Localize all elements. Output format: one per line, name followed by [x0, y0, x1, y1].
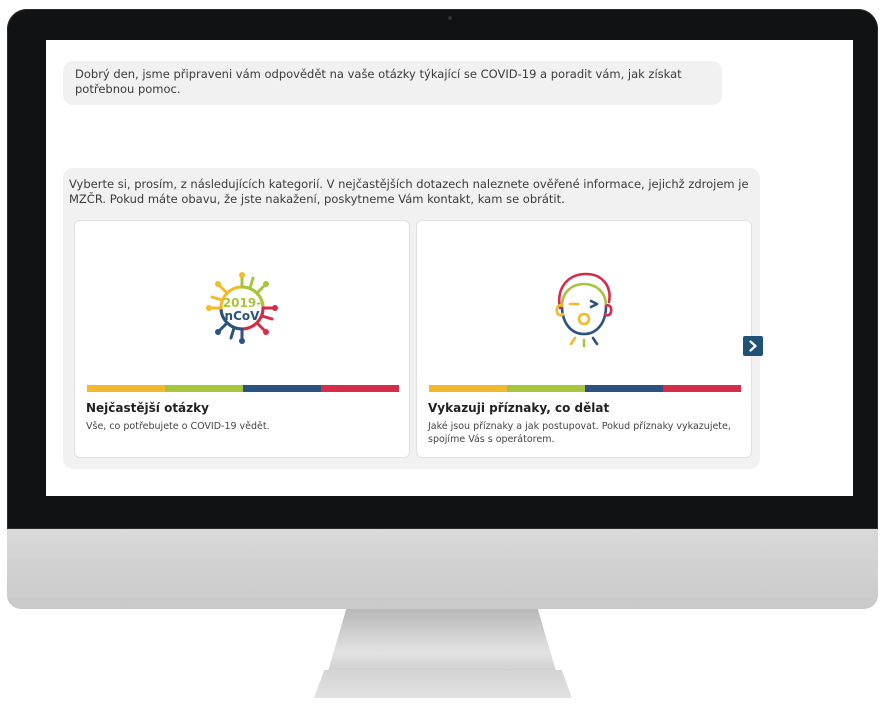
card-description: Jaké jsou příznaky a jak postupovat. Pok… — [428, 421, 731, 445]
virus-icon-text-bottom: nCoV — [225, 309, 261, 323]
monitor-stand-base — [314, 670, 572, 698]
sick-person-icon — [555, 272, 613, 348]
virus-icon: 2019- nCoV — [206, 272, 278, 344]
carousel-next-button[interactable] — [743, 336, 763, 356]
color-stripe — [87, 385, 399, 392]
monitor-stand — [328, 609, 556, 671]
camera-dot — [448, 16, 452, 20]
card-title: Vykazuji příznaky, co dělat — [428, 401, 610, 415]
card-description: Vše, co potřebujete o COVID-19 vědět. — [86, 421, 270, 432]
card-faq[interactable]: 2019- nCoV Nejčastější otázky Vše, co po… — [74, 220, 410, 458]
greeting-message: Dobrý den, jsme připraveni vám odpovědět… — [63, 61, 722, 105]
chevron-right-icon — [749, 340, 757, 352]
virus-icon-text-top: 2019- — [223, 296, 261, 310]
monitor-screen: Dobrý den, jsme připraveni vám odpovědět… — [46, 40, 853, 496]
card-symptoms[interactable]: Vykazuji příznaky, co dělat Jaké jsou př… — [416, 220, 752, 458]
greeting-text: Dobrý den, jsme připraveni vám odpovědět… — [75, 67, 682, 96]
categories-message: Vyberte si, prosím, z následujících kate… — [63, 168, 760, 469]
card-title: Nejčastější otázky — [86, 401, 209, 415]
monitor-chin — [7, 529, 878, 609]
categories-intro-text: Vyberte si, prosím, z následujících kate… — [69, 177, 749, 206]
color-stripe — [429, 385, 741, 392]
